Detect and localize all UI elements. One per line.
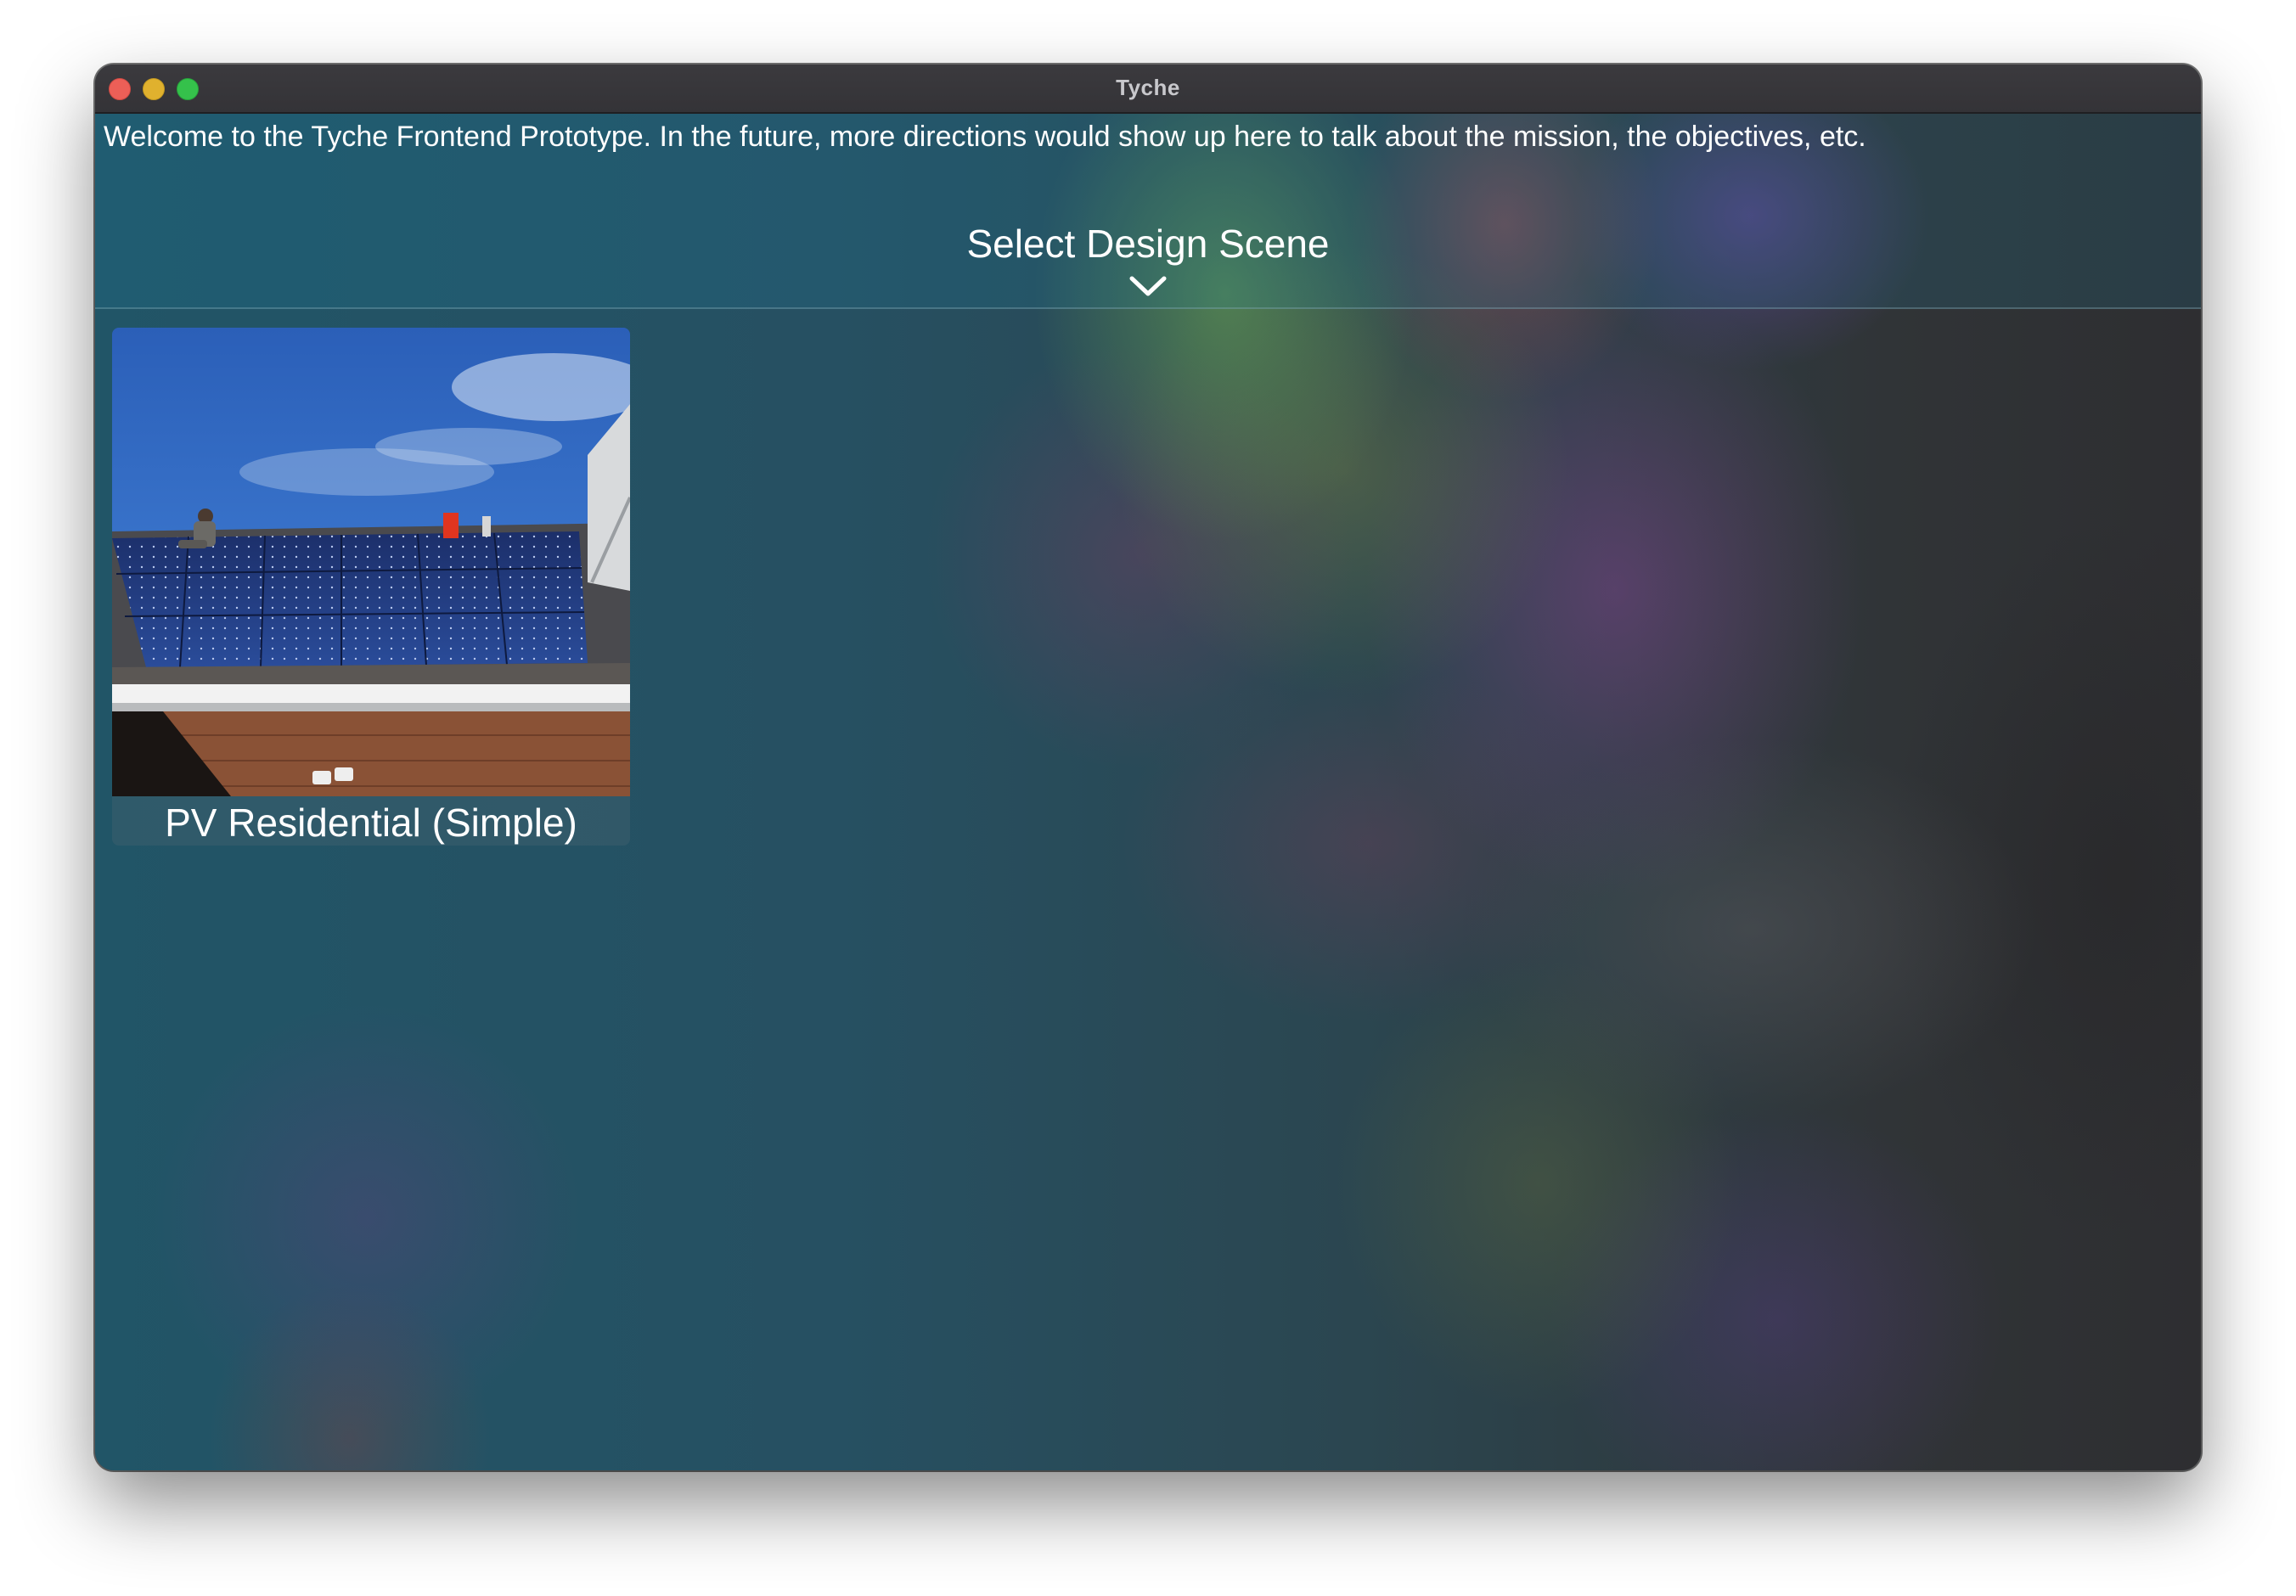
chevron-down-icon[interactable] xyxy=(1129,275,1167,297)
app-window: Tyche Welcome to the Tyche Frontend Prot… xyxy=(95,65,2201,1470)
scene-card-pv-residential[interactable]: PV Residential (Simple) xyxy=(112,328,630,846)
scene-card-label: PV Residential (Simple) xyxy=(165,801,577,845)
welcome-text: Welcome to the Tyche Frontend Prototype.… xyxy=(104,121,1866,153)
select-design-scene-title[interactable]: Select Design Scene xyxy=(95,221,2201,267)
header-area: Welcome to the Tyche Frontend Prototype.… xyxy=(95,114,2201,309)
solar-panels-on-roof-photo xyxy=(112,328,630,796)
title-bar[interactable]: Tyche xyxy=(95,65,2201,114)
main-content: Welcome to the Tyche Frontend Prototype.… xyxy=(95,114,2201,1470)
window-title: Tyche xyxy=(1116,75,1180,100)
